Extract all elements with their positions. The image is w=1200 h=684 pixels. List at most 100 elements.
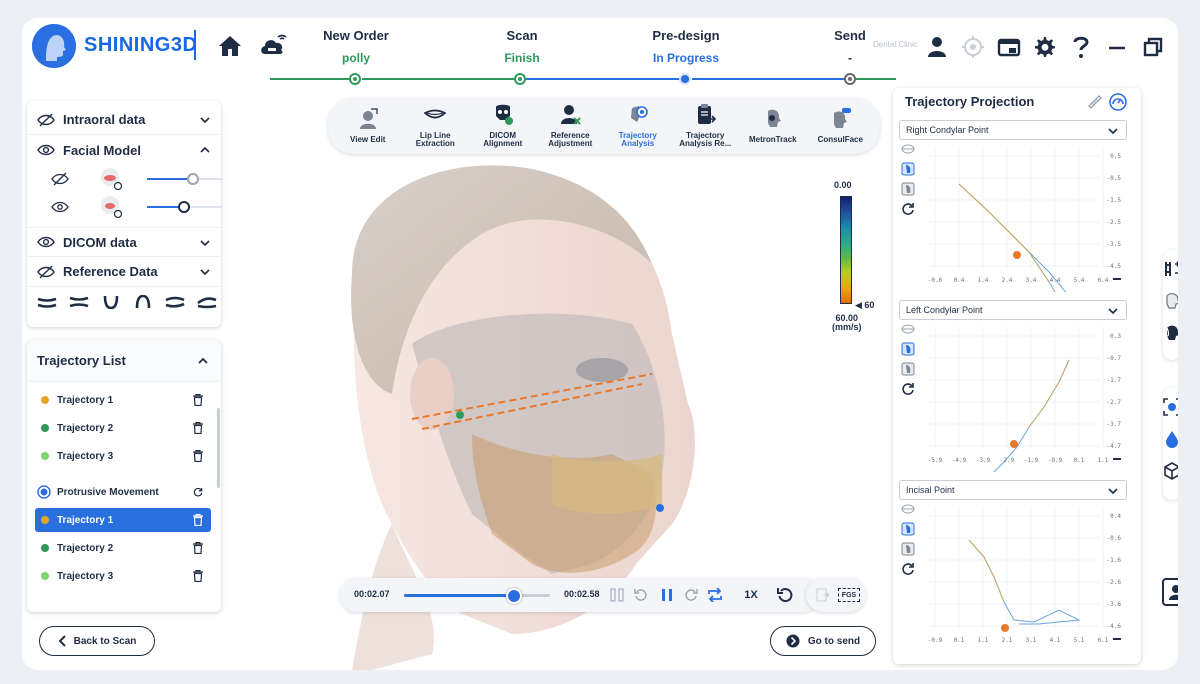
rotate-icon[interactable] [901,382,915,396]
tool-reference-adjustment[interactable]: Reference Adjustment [539,104,601,148]
chevron-up-icon[interactable] [199,144,211,156]
scrollbar[interactable] [217,408,220,488]
tool-trajectory-report[interactable]: Trajectory Analysis Re... [674,104,736,148]
trajectory-item[interactable]: Trajectory 2 [35,536,211,560]
trash-icon[interactable] [193,394,203,406]
help-icon[interactable] [1066,32,1096,62]
projection-point-select[interactable]: Incisal Point [899,480,1127,500]
radio-selected-icon[interactable] [37,485,51,499]
back-to-scan-button[interactable]: Back to Scan [39,626,155,656]
chevron-down-icon[interactable] [199,114,211,126]
tool-view-edit[interactable]: View Edit [337,108,399,144]
step-new-order[interactable]: New Order polly [286,28,426,65]
top-view-icon[interactable] [901,322,915,336]
projection-plot[interactable]: -5.9 -4.9 -3.9 -2.9 -1.9 -0.9 0.1 1.1 0.3 -0.7 -1.… [899,322,1133,483]
top-view-icon[interactable] [901,502,915,516]
front-view-icon[interactable] [901,162,915,176]
trajectory-item[interactable]: Trajectory 3 [35,444,211,468]
water-drop-icon[interactable] [1163,430,1178,448]
trajectory-item[interactable]: Trajectory 2 [35,416,211,440]
arch-lower-icon[interactable] [101,295,121,309]
layer-facial-model[interactable]: Facial Model [27,135,221,165]
playback-slider[interactable] [404,588,550,604]
side-view-icon[interactable] [901,362,915,376]
eye-icon[interactable] [51,200,69,214]
top-view-icon[interactable] [901,142,915,156]
trash-icon[interactable] [193,570,203,582]
pause-icon[interactable] [658,586,676,604]
forward-icon[interactable] [682,586,700,604]
trajectory-list-header[interactable]: Trajectory List [27,340,221,382]
eye-icon[interactable] [37,143,55,157]
layer-reference[interactable]: Reference Data [27,257,221,287]
frame-step-icon[interactable] [608,586,626,604]
close-icon[interactable] [1174,32,1178,62]
playback-thumb[interactable] [505,588,522,604]
tool-dicom-alignment[interactable]: DICOM Alignment [472,104,534,148]
front-view-icon[interactable] [901,342,915,356]
home-icon[interactable] [217,34,243,58]
ruler-icon[interactable] [1087,94,1103,110]
tool-lip-line[interactable]: Lip Line Extraction [404,104,466,148]
trash-icon[interactable] [193,514,203,526]
chevron-down-icon[interactable] [199,266,211,278]
movement-group-protrusive[interactable]: Protrusive Movement [35,480,211,504]
eye-icon[interactable] [37,235,55,249]
eye-off-icon[interactable] [37,113,55,127]
cube-icon[interactable] [1163,462,1178,480]
refresh-icon[interactable] [193,486,203,498]
chevron-down-icon[interactable] [199,237,211,249]
tool-consulface[interactable]: ConsulFace [809,108,871,144]
loop-icon[interactable] [706,586,724,604]
restore-icon[interactable] [1138,32,1168,62]
gauge-icon[interactable] [1109,93,1127,111]
slider-thumb[interactable] [187,173,199,185]
front-view-icon[interactable] [901,522,915,536]
tool-metrontrack[interactable]: MetronTrack [742,108,804,144]
arch-upper-icon[interactable] [133,295,153,309]
reset-icon[interactable] [776,586,794,604]
arch-tilt-icon[interactable] [165,295,185,309]
user-icon[interactable] [922,32,952,62]
target-icon[interactable] [958,32,988,62]
rotate-icon[interactable] [901,562,915,576]
rewind-icon[interactable] [632,586,650,604]
speed-button[interactable]: 1X [738,586,764,604]
go-to-send-button[interactable]: Go to send [770,626,876,656]
step-scan[interactable]: Scan Finish [452,28,592,65]
projection-plot[interactable]: -0.6 0.4 1.4 2.4 3.4 4.4 5.4 6.4 0.5 -0.5 -1.5 -2.5… [899,142,1133,319]
projection-point-select[interactable]: Left Condylar Point [899,300,1127,320]
eye-off-icon[interactable] [51,172,69,186]
projection-plot[interactable]: -0.9 0.1 1.1 2.1 3.1 4.1 5.1 6.1 0.4 -0.6 -1.6 -2.6… [899,502,1133,652]
skull-view-icon[interactable] [1163,292,1178,310]
teeth-adjust-icon[interactable] [1163,260,1178,278]
tool-trajectory-analysis[interactable]: Trajectory Analysis [607,104,669,148]
trash-icon[interactable] [193,422,203,434]
layer-intraoral[interactable]: Intraoral data [27,105,221,135]
face-side-icon[interactable] [1163,324,1178,342]
fgs-button[interactable]: FGS [838,588,860,602]
projection-point-select[interactable]: Right Condylar Point [899,120,1127,140]
arch-flat-icon[interactable] [37,295,57,309]
side-view-icon[interactable] [901,542,915,556]
step-pre-design[interactable]: Pre-design In Progress [616,28,756,65]
trajectory-item[interactable]: Trajectory 3 [35,564,211,588]
arch-side-icon[interactable] [197,295,217,309]
export-icon[interactable] [814,586,832,604]
trash-icon[interactable] [193,542,203,554]
gear-icon[interactable] [1030,32,1060,62]
trajectory-item-selected[interactable]: Trajectory 1 [35,508,211,532]
trajectory-item[interactable]: Trajectory 1 [35,388,211,412]
scan-target-icon[interactable] [1163,398,1178,416]
eye-off-icon[interactable] [37,265,55,279]
opacity-slider[interactable] [147,201,223,213]
opacity-slider[interactable] [147,173,223,185]
layer-dicom[interactable]: DICOM data [27,227,221,257]
avatar-view-icon[interactable] [1162,578,1178,606]
chevron-up-icon[interactable] [197,355,209,367]
slider-thumb[interactable] [178,201,190,213]
arch-split-icon[interactable] [69,295,89,309]
rotate-icon[interactable] [901,202,915,216]
cloud-wifi-icon[interactable] [258,32,288,58]
side-view-icon[interactable] [901,182,915,196]
